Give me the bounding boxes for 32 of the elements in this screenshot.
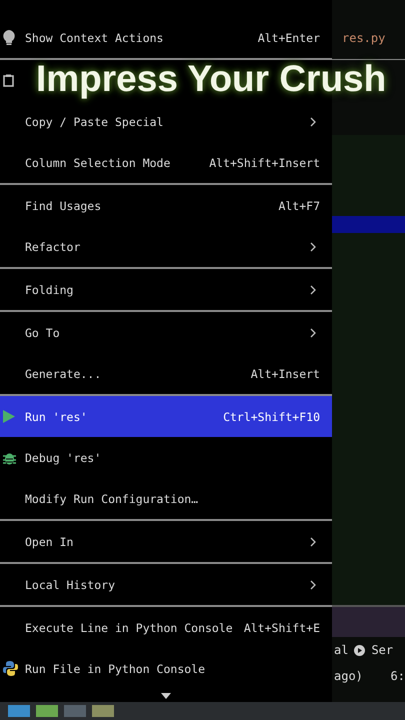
scroll-down-icon[interactable] xyxy=(161,693,171,699)
menu-item[interactable]: Run 'res' Ctrl+Shift+F10 xyxy=(0,396,332,437)
taskbar-icon[interactable] xyxy=(8,705,30,717)
menu-item[interactable]: Execute Line in Python Console Alt+Shift+E xyxy=(0,607,332,648)
status-text: 6: xyxy=(390,669,405,683)
menu-item[interactable]: Modify Run Configuration… xyxy=(0,478,332,519)
taskbar-icon[interactable] xyxy=(36,705,58,717)
menu-item[interactable]: Local History xyxy=(0,564,332,605)
menu-item[interactable]: Copy / Paste Special xyxy=(0,101,332,142)
play-icon xyxy=(3,410,15,423)
lightbulb-icon xyxy=(3,30,15,45)
menu-item[interactable]: Show Context Actions Alt+Enter xyxy=(0,17,332,58)
menu-item[interactable]: Debug 'res' xyxy=(0,437,332,478)
status-text: Ser xyxy=(371,643,394,657)
menu-item[interactable]: Run File in Python Console xyxy=(0,648,332,689)
menu-item[interactable]: Refactor xyxy=(0,226,332,267)
menu-item[interactable]: Column Selection Mode Alt+Shift+Insert xyxy=(0,142,332,183)
status-text: al xyxy=(334,643,348,657)
taskbar-icon[interactable] xyxy=(64,705,86,717)
bug-icon xyxy=(3,450,16,464)
menu-item[interactable]: Go To xyxy=(0,312,332,353)
editor-tab[interactable]: res.py xyxy=(332,31,405,60)
taskbar-icon[interactable] xyxy=(92,705,114,717)
video-caption: Impress Your Crush xyxy=(36,58,386,100)
service-icon xyxy=(354,644,366,656)
menu-item[interactable]: Find Usages Alt+F7 xyxy=(0,185,332,226)
menu-item[interactable]: Open In xyxy=(0,521,332,562)
clipboard-icon xyxy=(3,74,14,87)
python-icon xyxy=(3,661,18,676)
status-text: ago) xyxy=(334,669,363,683)
menu-item[interactable]: Folding xyxy=(0,269,332,310)
menu-item[interactable]: Generate... Alt+Insert xyxy=(0,353,332,394)
